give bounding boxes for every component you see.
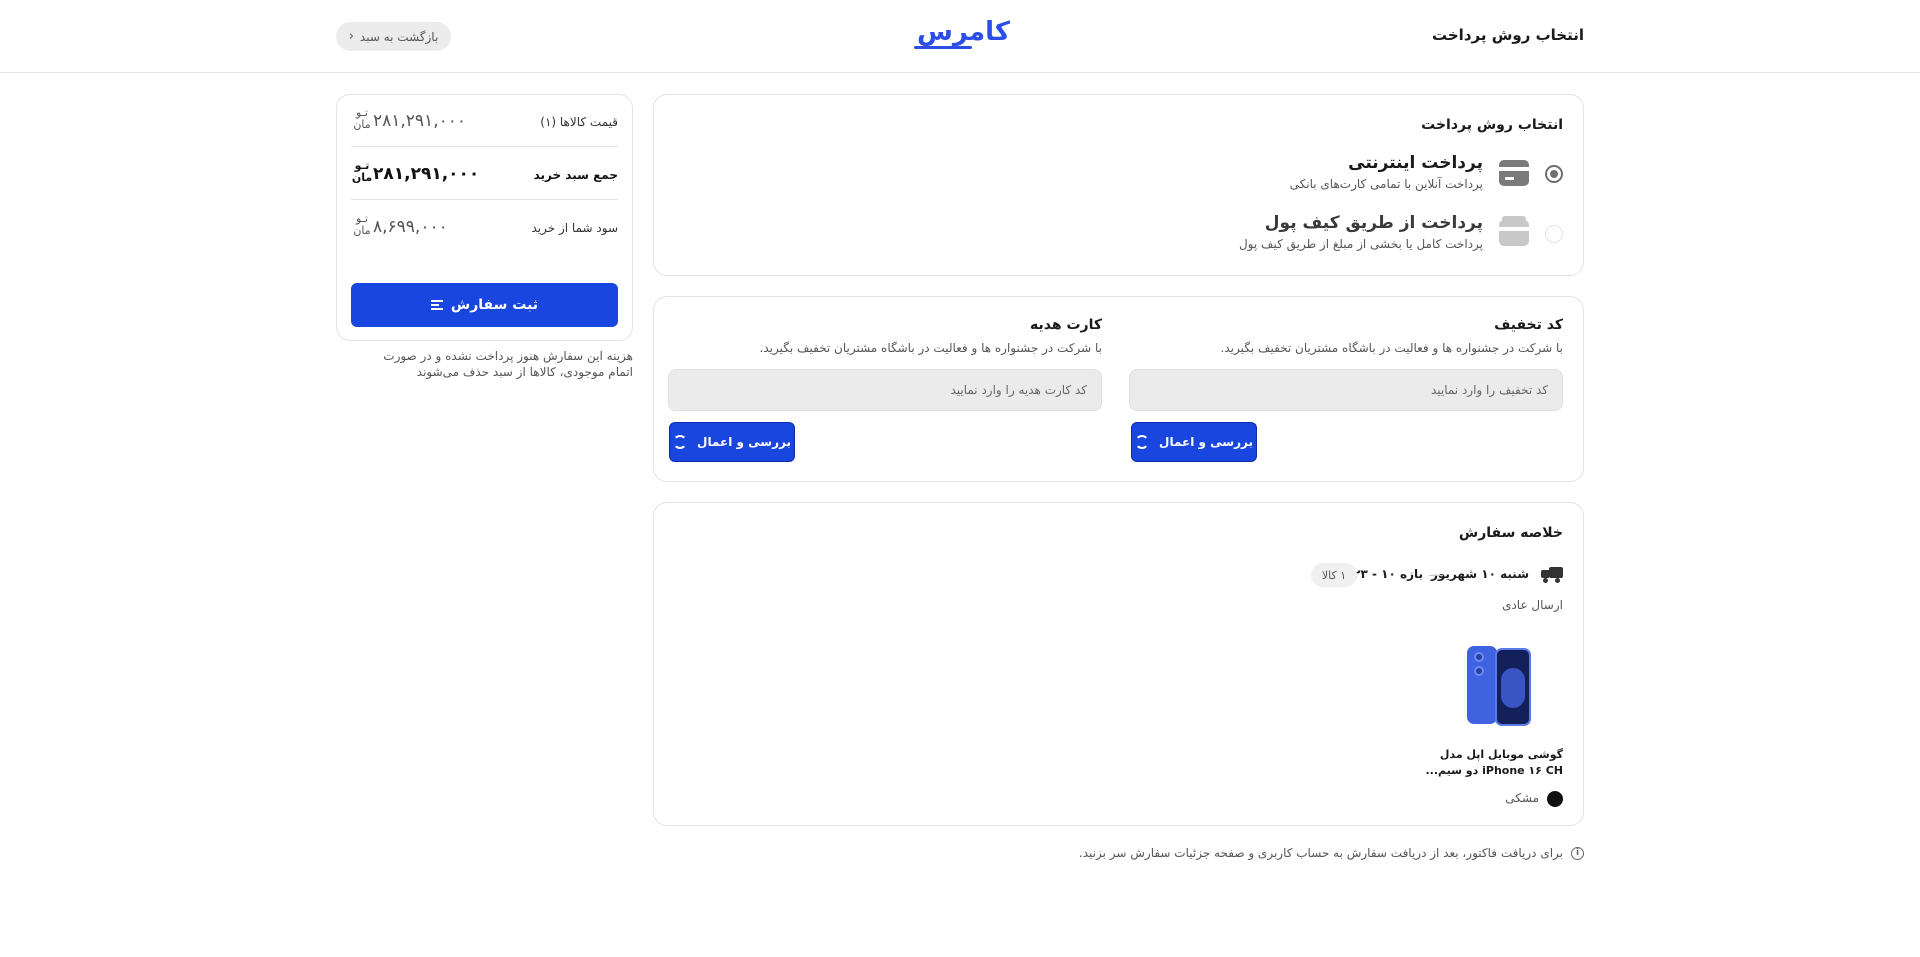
item-count-badge: ۱ کالا (1311, 563, 1357, 587)
gift-card-input[interactable] (668, 369, 1102, 411)
payment-option-wallet[interactable]: پرداخت از طریق کیف پول پرداخت کامل یا بخ… (683, 213, 1563, 261)
payment-option-online[interactable]: پرداخت اینترنتی پرداخت آنلاین با تمامی ک… (683, 153, 1563, 201)
apply-discount-label: بررسی و اعمال (1159, 435, 1253, 449)
discount-title: کد تخفیف (1494, 317, 1563, 333)
apply-discount-button[interactable]: بررسی و اعمال (1131, 422, 1257, 462)
back-to-cart-label: بازگشت به سبد (359, 29, 439, 44)
payment-option-name: پرداخت اینترنتی (1348, 153, 1483, 173)
list-icon (430, 300, 443, 310)
submit-order-button[interactable]: ثبت سفارش (351, 283, 618, 327)
shipping-time-range: بازه ۱۰ - ۲۳ (1353, 567, 1423, 581)
logo[interactable]: کامرس (910, 14, 1010, 54)
shipping-date: شنبه ۱۰ شهریور (1430, 567, 1529, 581)
info-icon: i (1571, 846, 1584, 860)
product-image[interactable] (1467, 646, 1531, 726)
price-value: ۲۸۱,۲۹۱,۰۰۰ (373, 164, 480, 184)
price-value: ۸,۶۹۹,۰۰۰ (373, 217, 448, 237)
back-to-cart-button[interactable]: بازگشت به سبد ‹ (336, 22, 451, 51)
refresh-icon (673, 435, 688, 449)
shipping-type: ارسال عادی (1502, 598, 1563, 612)
price-row-items: قیمت کالاها (۱) ۲۸۱,۲۹۱,۰۰۰ تـو مان (351, 95, 618, 147)
payment-option-name: پرداخت از طریق کیف پول (1264, 213, 1483, 233)
price-row-cart-total: جمع سبد خرید ۲۸۱,۲۹۱,۰۰۰ تـو مان (351, 148, 618, 200)
truck-icon (1541, 567, 1563, 583)
apply-gift-card-label: بررسی و اعمال (697, 435, 791, 449)
order-summary-title: خلاصه سفارش (1458, 525, 1563, 541)
credit-card-icon (1499, 160, 1529, 186)
submit-order-label: ثبت سفارش (450, 297, 539, 313)
currency-label: تـو مان (353, 106, 371, 131)
gift-card-title: کارت هدیه (1030, 317, 1102, 333)
payment-option-desc: پرداخت آنلاین با تمامی کارت‌های بانکی (1289, 177, 1483, 191)
apply-gift-card-button[interactable]: بررسی و اعمال (669, 422, 795, 462)
discount-desc: با شرکت در جشنواره ها و فعالیت در باشگاه… (1220, 341, 1563, 355)
refresh-icon (1135, 435, 1150, 449)
payment-method-card: انتخاب روش پرداخت پرداخت اینترنتی پرداخت… (653, 94, 1584, 276)
color-swatch (1547, 791, 1563, 807)
gift-card-section: کارت هدیه با شرکت در جشنواره ها و فعالیت… (668, 297, 1102, 481)
price-summary-card: قیمت کالاها (۱) ۲۸۱,۲۹۱,۰۰۰ تـو مان جمع … (336, 94, 633, 341)
order-summary-card: خلاصه سفارش شنبه ۱۰ شهریور بازه ۱۰ - ۲۳ … (653, 502, 1584, 826)
discount-gift-card: کد تخفیف با شرکت در جشنواره ها و فعالیت … (653, 296, 1584, 482)
price-label: جمع سبد خرید (533, 168, 618, 182)
logo-text: کامرس (916, 17, 1010, 47)
header: انتخاب روش پرداخت کامرس بازگشت به سبد ‹ (0, 0, 1920, 73)
price-value: ۲۸۱,۲۹۱,۰۰۰ (373, 111, 466, 131)
radio-wallet[interactable] (1545, 225, 1563, 243)
discount-section: کد تخفیف با شرکت در جشنواره ها و فعالیت … (1129, 297, 1563, 481)
gift-card-desc: با شرکت در جشنواره ها و فعالیت در باشگاه… (759, 341, 1102, 355)
wallet-icon (1499, 216, 1529, 246)
product-name[interactable]: گوشی موبایل اپل مدل iPhone ۱۶ CH دو سیم.… (1423, 747, 1563, 779)
payment-method-title: انتخاب روش پرداخت (1421, 117, 1563, 133)
page-title: انتخاب روش پرداخت (1431, 26, 1584, 44)
invoice-info-text: برای دریافت فاکتور، بعد از دریافت سفارش … (1078, 846, 1563, 860)
logo-underline (914, 46, 972, 49)
order-note: هزینه این سفارش هنوز پرداخت نشده و در صو… (383, 349, 633, 379)
divider (1429, 575, 1443, 576)
currency-label: تـو مان (351, 159, 373, 184)
radio-online-selected[interactable] (1545, 165, 1563, 183)
payment-option-desc: پرداخت کامل یا بخشی از مبلغ از طریق کیف … (1238, 237, 1483, 251)
color-name: مشکی (1505, 791, 1539, 805)
currency-label: تـو مان (353, 212, 371, 237)
invoice-info: i برای دریافت فاکتور، بعد از دریافت سفار… (1079, 846, 1584, 860)
price-label: سود شما از خرید (531, 221, 619, 235)
discount-code-input[interactable] (1129, 369, 1563, 411)
price-label: قیمت کالاها (۱) (540, 115, 618, 129)
price-row-savings: سود شما از خرید ۸,۶۹۹,۰۰۰ تـو مان (351, 201, 618, 253)
chevron-left-icon: ‹ (348, 29, 354, 44)
